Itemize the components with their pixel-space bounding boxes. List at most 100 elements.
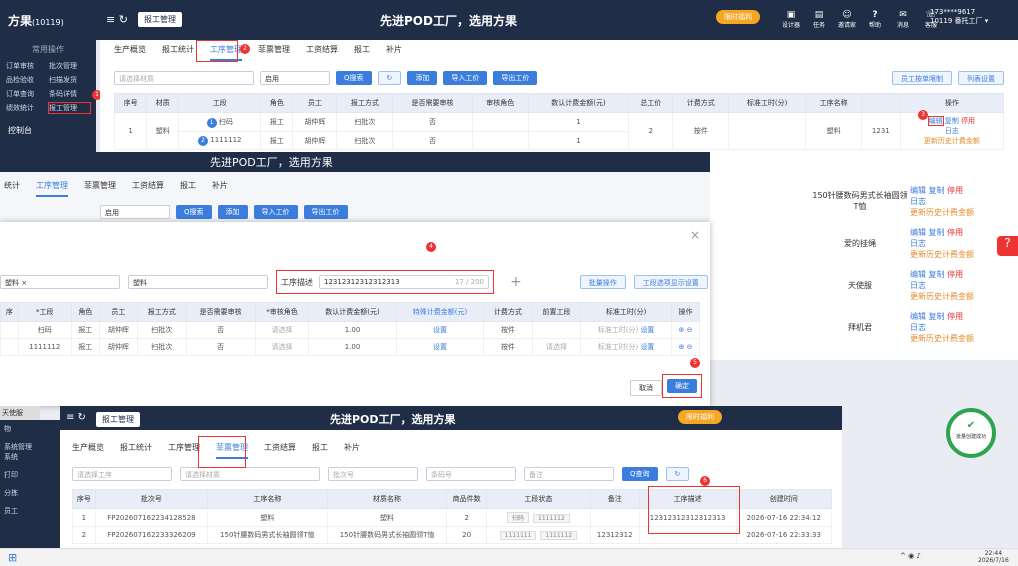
row-ops[interactable]: ⊕ ⊖ — [670, 338, 701, 356]
tray-icons[interactable]: ^ ◉ ♪ — [900, 552, 921, 560]
proc-select[interactable]: 扫码 — [17, 321, 72, 339]
tab-salary[interactable]: 工资结算 — [306, 44, 338, 61]
sidebar-item-performance[interactable]: 绩效统计 — [6, 103, 47, 113]
sidebar-item-ship[interactable]: 扫描发货 — [49, 75, 90, 85]
sidebar-item-report[interactable]: 报工管理 — [48, 102, 91, 114]
sidebar-item[interactable]: 员工 — [4, 506, 56, 516]
help-float-icon[interactable]: ? — [997, 236, 1018, 256]
query-button[interactable]: Q查询 — [622, 467, 658, 481]
import-button[interactable]: 导入工价 — [253, 205, 298, 219]
display-settings-button[interactable]: 工段选项显示设置 — [633, 275, 708, 289]
breadcrumb[interactable]: 报工管理 — [96, 412, 140, 427]
cancel-button[interactable]: 取消 — [630, 380, 662, 396]
material-select[interactable]: 请选择材质 — [180, 467, 320, 481]
app-logo[interactable]: 方果(10119) — [8, 12, 64, 29]
mode-select[interactable]: 扫批次 — [137, 338, 187, 356]
export-button[interactable]: 导出工价 — [303, 205, 348, 219]
pre-select[interactable]: 请选择 — [531, 338, 582, 356]
desc-input[interactable]: 12312312312312313 17 / 200 — [319, 275, 489, 289]
column-settings-button[interactable]: 列表设置 — [958, 71, 1004, 85]
import-button[interactable]: 导入工价 — [443, 71, 488, 85]
audit-select[interactable]: 否 — [185, 321, 256, 339]
sidebar-item[interactable]: 物 — [4, 424, 56, 434]
message-icon[interactable]: ✉ 消息 — [892, 10, 914, 29]
task-icon[interactable]: ▤ 任务 — [808, 10, 830, 29]
std-input[interactable]: 标准工时(分) 设置 — [580, 321, 672, 339]
update-fee-button[interactable]: 更新历史计费金额 — [924, 137, 980, 145]
add-button[interactable]: 添加 — [407, 71, 438, 85]
tab-salary[interactable]: 工资结算 — [264, 442, 296, 459]
material-select[interactable]: 请选择材质 — [114, 71, 254, 85]
process-select[interactable]: 请选择工序 — [72, 467, 172, 481]
add-button[interactable]: 添加 — [217, 205, 248, 219]
special-set-link[interactable]: 设置 — [395, 338, 485, 356]
promo-badge[interactable]: 限时福利 — [678, 410, 722, 424]
search-button[interactable]: Q搜索 — [176, 205, 212, 219]
user-menu[interactable]: 173****9617 10119 番托工厂 ▾ — [930, 8, 988, 26]
help-icon[interactable]: ? 帮助 — [864, 10, 886, 29]
sidebar-item-order-query[interactable]: 订单查询 — [6, 89, 47, 99]
pre-select[interactable] — [531, 321, 582, 339]
sidebar-control[interactable]: 控制台 — [0, 115, 96, 146]
barcode-input[interactable]: 条码号 — [426, 467, 516, 481]
piece-limit-button[interactable]: 员工按单限制 — [892, 71, 952, 85]
billing-select[interactable]: 按件 — [483, 338, 533, 356]
batch-button[interactable]: 批量操作 — [579, 275, 626, 289]
windows-start-icon[interactable]: ⊞ — [8, 551, 17, 564]
sidebar-item-batch[interactable]: 批次管理 — [49, 61, 90, 71]
promo-badge[interactable]: 限时福利 — [716, 10, 760, 24]
add-icon[interactable]: + — [510, 274, 522, 290]
emp-select[interactable]: 胡仲辉 — [98, 321, 139, 339]
sidebar-item[interactable]: 系统管理 — [4, 442, 56, 452]
arole-select[interactable]: 请选择 — [254, 321, 310, 339]
status-select[interactable]: 启用 — [260, 71, 330, 85]
sidebar-item[interactable]: 打印 — [4, 470, 56, 480]
sidebar-item[interactable]: 分拣 — [4, 488, 56, 498]
sidebar-item-barcode[interactable]: 条码详情 — [49, 89, 90, 99]
copy-button[interactable]: 复制 — [945, 117, 959, 125]
arole-select[interactable]: 请选择 — [254, 338, 310, 356]
material-tag-input[interactable]: 塑料 × — [0, 275, 120, 289]
batch-input[interactable]: 批次号 — [328, 467, 418, 481]
designer-icon[interactable]: ▣ 设计器 — [780, 10, 802, 29]
amt-input[interactable]: 1.00 — [308, 321, 397, 339]
sidebar-item-inspection[interactable]: 品检验收 — [6, 75, 47, 85]
confirm-button[interactable]: 确定 — [667, 379, 697, 393]
audit-select[interactable]: 否 — [185, 338, 256, 356]
search-button[interactable]: Q搜索 — [336, 71, 372, 85]
tab-ticket[interactable]: 菲票管理 — [258, 44, 290, 61]
std-input[interactable]: 标准工时(分) 设置 — [580, 338, 672, 356]
tab-report[interactable]: 报工 — [354, 44, 370, 61]
special-set-link[interactable]: 设置 — [395, 321, 485, 339]
refresh-icon[interactable]: ↻ — [665, 467, 690, 481]
breadcrumb[interactable]: 报工管理 — [138, 12, 182, 27]
log-button[interactable]: 日志 — [945, 127, 959, 135]
tab-process[interactable]: 工序管理 — [36, 180, 68, 197]
close-icon[interactable]: × — [690, 228, 700, 242]
mode-select[interactable]: 扫批次 — [137, 321, 187, 339]
name-input[interactable]: 塑料 — [128, 275, 268, 289]
disable-button[interactable]: 停用 — [961, 117, 975, 125]
proc-select[interactable]: 1111112 — [17, 338, 72, 356]
refresh-icon[interactable]: ↻ — [377, 71, 402, 85]
role-select[interactable]: 报工 — [70, 338, 100, 356]
menu-toggle-icon[interactable]: ≡ ↻ — [66, 412, 86, 423]
row-ops[interactable]: ⊕ ⊖ — [670, 321, 701, 339]
tab-stats[interactable]: 报工统计 — [120, 442, 152, 459]
export-button[interactable]: 导出工价 — [493, 71, 538, 85]
menu-toggle-icon[interactable]: ≡ ↻ — [106, 13, 128, 26]
sidebar-item[interactable]: 系统 — [4, 452, 56, 462]
tab-ticket[interactable]: 菲票管理 — [84, 180, 116, 197]
tab-report[interactable]: 报工 — [312, 442, 328, 459]
edit-button[interactable]: 编辑 — [927, 116, 944, 126]
sidebar-item-order-review[interactable]: 订单审核 — [6, 61, 47, 71]
amt-input[interactable]: 1.00 — [308, 338, 397, 356]
invite-icon[interactable]: ☺ 邀请家 — [836, 10, 858, 29]
status-select[interactable]: 启用 — [100, 205, 170, 219]
billing-select[interactable]: 按件 — [483, 321, 533, 339]
tab-overview[interactable]: 生产概览 — [72, 442, 104, 459]
tab-patch[interactable]: 补片 — [212, 180, 228, 197]
tab-report[interactable]: 报工 — [180, 180, 196, 197]
note-input[interactable]: 备注 — [524, 467, 614, 481]
tab-stats[interactable]: 统计 — [4, 180, 20, 197]
